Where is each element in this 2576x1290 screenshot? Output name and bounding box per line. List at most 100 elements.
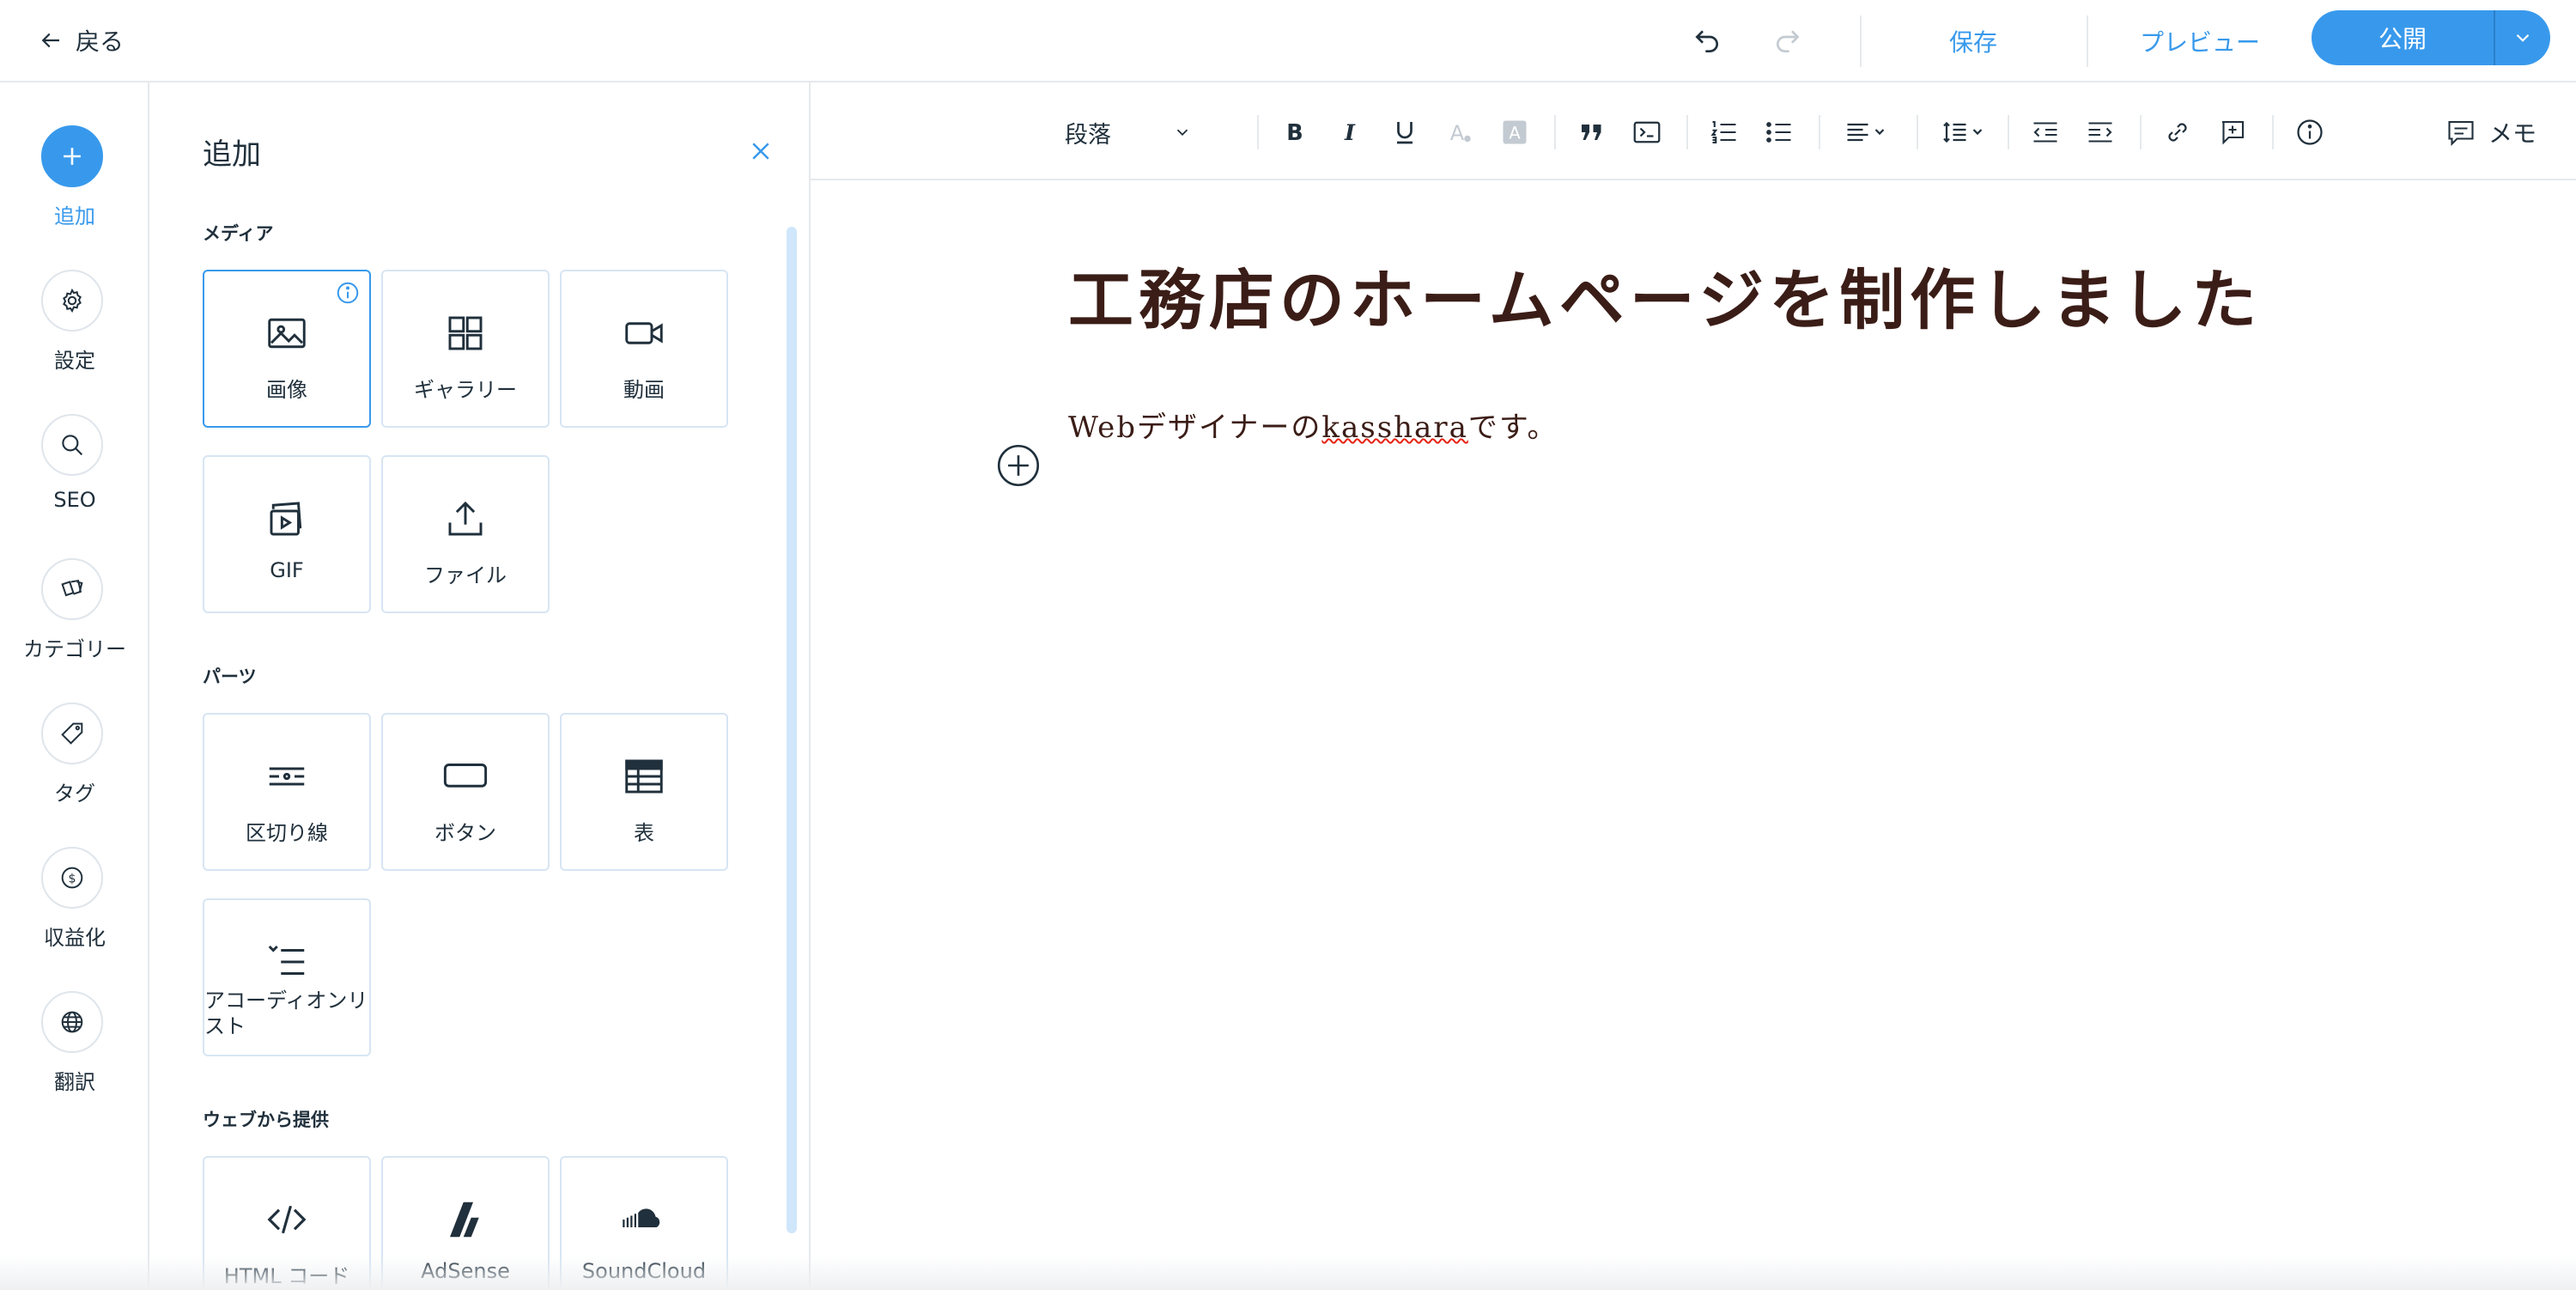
- undo-button[interactable]: [1685, 19, 1729, 64]
- highlight-icon: A: [1503, 120, 1527, 144]
- svg-text:B: B: [1286, 120, 1303, 146]
- tile-label: ファイル: [424, 563, 507, 587]
- rail-item-settings[interactable]: 設定: [0, 270, 149, 399]
- tile-gallery[interactable]: ギャラリー: [381, 270, 550, 428]
- divider: [2140, 115, 2142, 149]
- tile-label: ボタン: [434, 821, 496, 845]
- format-toolbar: 段落 B I A A メモ: [811, 82, 2576, 180]
- rail-item-tags[interactable]: タグ: [0, 703, 149, 831]
- bold-button[interactable]: B: [1274, 112, 1315, 153]
- divider: [1860, 15, 1862, 67]
- memo-button[interactable]: メモ: [2445, 110, 2537, 155]
- rail-item-seo[interactable]: SEO: [0, 414, 149, 543]
- text-color-button[interactable]: A: [1439, 112, 1480, 153]
- outdent-icon: [2033, 122, 2057, 143]
- decrease-indent-button[interactable]: [2025, 112, 2066, 153]
- section-title-media: メディア: [203, 223, 274, 244]
- publish-button[interactable]: 公開: [2312, 21, 2494, 55]
- paragraph-style-dropdown[interactable]: 段落: [1065, 112, 1192, 153]
- tile-adsense[interactable]: AdSense: [381, 1156, 550, 1290]
- info-icon[interactable]: [335, 280, 361, 306]
- tile-label: HTML コード: [223, 1264, 350, 1288]
- alignment-dropdown[interactable]: [1836, 112, 1898, 153]
- increase-indent-button[interactable]: [2080, 112, 2121, 153]
- button-shape-icon: [443, 764, 488, 788]
- rail-item-categories[interactable]: カテゴリー: [0, 558, 149, 687]
- tile-html-code[interactable]: HTML コード: [203, 1156, 371, 1290]
- publish-button-group: 公開: [2312, 10, 2550, 65]
- tile-accordion[interactable]: アコーディオンリスト: [203, 898, 371, 1056]
- add-block-icon[interactable]: [996, 443, 1041, 488]
- underline-button[interactable]: [1384, 112, 1425, 153]
- top-bar: 戻る 保存 プレビュー 公開: [0, 0, 2576, 82]
- adsense-logo-icon: [450, 1202, 479, 1238]
- code-block-button[interactable]: [1626, 112, 1668, 153]
- link-icon: [2168, 123, 2187, 142]
- tile-label: GIF: [270, 558, 304, 582]
- info-button[interactable]: [2289, 112, 2330, 153]
- tile-video[interactable]: 動画: [560, 270, 728, 428]
- tile-divider[interactable]: 区切り線: [203, 713, 371, 871]
- tile-table[interactable]: 表: [560, 713, 728, 871]
- upload-icon: [448, 501, 483, 536]
- left-rail: 追加 設定 SEO カテゴリー タグ $ 収益化 翻訳: [0, 82, 149, 1290]
- divider: [1257, 115, 1259, 149]
- tile-label: 動画: [623, 378, 665, 402]
- rail-item-add[interactable]: 追加: [0, 125, 149, 254]
- tile-button[interactable]: ボタン: [381, 713, 550, 871]
- gear-icon: [63, 288, 82, 313]
- tile-image[interactable]: 画像: [203, 270, 371, 428]
- code-block-icon: [1633, 121, 1661, 143]
- close-panel-button[interactable]: [742, 132, 780, 170]
- divider: [1686, 115, 1688, 149]
- video-camera-icon: [625, 322, 663, 344]
- tile-label: AdSense: [421, 1259, 510, 1283]
- table-icon: [625, 759, 663, 794]
- rail-icon-wrap: [41, 703, 103, 764]
- tile-label: 表: [634, 821, 654, 845]
- rail-icon-wrap: $: [41, 847, 103, 909]
- text-color-icon: A: [1450, 121, 1471, 145]
- rail-label: カテゴリー: [23, 637, 126, 661]
- rail-item-monetize[interactable]: $ 収益化: [0, 847, 149, 976]
- redo-button[interactable]: [1765, 19, 1810, 64]
- gallery-icon: [448, 316, 483, 350]
- divider: [1819, 115, 1820, 149]
- bullet-list-icon: [1766, 122, 1791, 143]
- save-button[interactable]: 保存: [1949, 19, 1997, 64]
- italic-button[interactable]: I: [1329, 112, 1370, 153]
- insert-anchor-button[interactable]: [2212, 112, 2253, 153]
- tile-soundcloud[interactable]: SoundCloud: [560, 1156, 728, 1290]
- arrow-left-icon: [41, 33, 59, 48]
- tile-label: 画像: [266, 378, 307, 402]
- post-body[interactable]: Webデザイナーのkassharaです。: [1068, 404, 1558, 446]
- note-icon: [2448, 120, 2474, 147]
- svg-text:$: $: [68, 873, 76, 886]
- rail-label: 収益化: [44, 926, 106, 950]
- back-button[interactable]: 戻る: [38, 19, 124, 62]
- tile-file[interactable]: ファイル: [381, 455, 550, 613]
- plus-icon: [64, 148, 81, 165]
- ordered-list-icon: [1710, 120, 1736, 144]
- editor: 段落 B I A A メモ 工務店のホームページを制作しました Webデザイナー…: [811, 82, 2576, 1290]
- svg-text:I: I: [1344, 120, 1356, 146]
- soundcloud-logo-icon: [623, 1208, 660, 1227]
- ordered-list-button[interactable]: [1704, 112, 1745, 153]
- bullet-list-button[interactable]: [1759, 112, 1800, 153]
- quote-button[interactable]: [1571, 112, 1613, 153]
- preview-button[interactable]: プレビュー: [2140, 19, 2260, 64]
- rail-icon-wrap: [41, 125, 103, 187]
- line-spacing-icon: [1943, 121, 1983, 143]
- rail-item-translate[interactable]: 翻訳: [0, 991, 149, 1120]
- line-spacing-dropdown[interactable]: [1934, 112, 1996, 153]
- tile-gif[interactable]: GIF: [203, 455, 371, 613]
- link-button[interactable]: [2157, 112, 2198, 153]
- highlight-button[interactable]: A: [1494, 112, 1535, 153]
- info-icon: [2297, 119, 2323, 145]
- publish-options-button[interactable]: [2495, 27, 2550, 49]
- panel-scrollbar[interactable]: [787, 227, 797, 1233]
- svg-text:A: A: [1509, 124, 1521, 143]
- tile-label: 区切り線: [246, 821, 328, 845]
- post-title[interactable]: 工務店のホームページを制作しました: [1068, 247, 2528, 342]
- section-title-parts: パーツ: [203, 666, 257, 687]
